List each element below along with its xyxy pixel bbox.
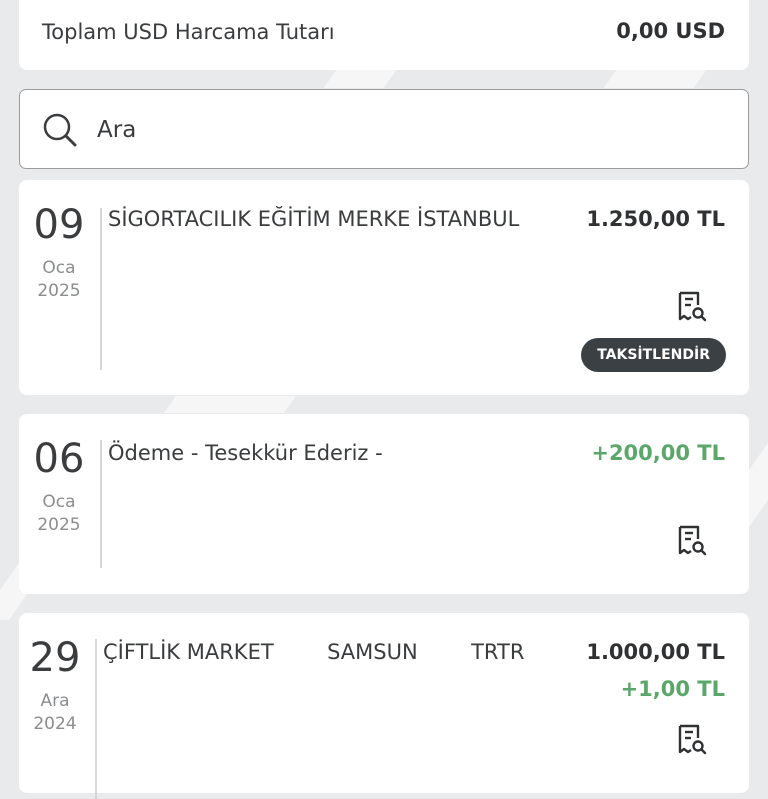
search-icon — [43, 113, 77, 147]
receipt-search-icon[interactable] — [677, 290, 707, 322]
transaction-description: SİGORTACILIK EĞİTİM MERKE İSTANBUL — [108, 207, 520, 231]
date-divider — [95, 639, 97, 799]
background-stripe — [603, 70, 707, 88]
search-bar[interactable] — [19, 89, 749, 169]
background-stripe — [164, 396, 296, 413]
transaction-day: 09 — [33, 202, 85, 248]
transaction-month: Ara — [40, 691, 70, 711]
date-divider — [100, 440, 102, 568]
transaction-day: 29 — [29, 635, 81, 681]
summary-value: 0,00 USD — [616, 19, 725, 43]
transaction-month: Oca — [42, 492, 76, 512]
usd-spending-summary: Toplam USD Harcama Tutarı 0,00 USD — [19, 0, 749, 70]
transaction-amount: 1.250,00 TL — [586, 207, 725, 231]
transaction-sub-amount: +1,00 TL — [620, 677, 725, 701]
transaction-description: Ödeme - Tesekkür Ederiz - — [108, 441, 383, 465]
date-divider — [100, 208, 102, 370]
transaction-year: 2025 — [37, 515, 81, 535]
transaction-day: 06 — [33, 436, 85, 482]
installment-button[interactable]: TAKSİTLENDİR — [581, 338, 726, 372]
transaction-month: Oca — [42, 258, 76, 278]
transaction-year: 2024 — [33, 714, 77, 734]
receipt-search-icon[interactable] — [677, 723, 707, 755]
transaction-amount: +200,00 TL — [591, 441, 725, 465]
transaction-description: ÇİFTLİK MARKET SAMSUN TRTR — [103, 640, 525, 664]
transaction-year: 2025 — [37, 281, 81, 301]
transaction-card[interactable]: 09 Oca 2025 SİGORTACILIK EĞİTİM MERKE İS… — [19, 180, 749, 395]
transaction-amount: 1.000,00 TL — [586, 640, 725, 664]
transaction-card[interactable]: 29 Ara 2024 ÇİFTLİK MARKET SAMSUN TRTR 1… — [19, 613, 749, 799]
summary-label: Toplam USD Harcama Tutarı — [42, 20, 335, 44]
background-stripe — [323, 70, 397, 88]
search-input[interactable] — [95, 110, 699, 150]
receipt-search-icon[interactable] — [677, 524, 707, 556]
transaction-card[interactable]: 06 Oca 2025 Ödeme - Tesekkür Ederiz - +2… — [19, 414, 749, 594]
